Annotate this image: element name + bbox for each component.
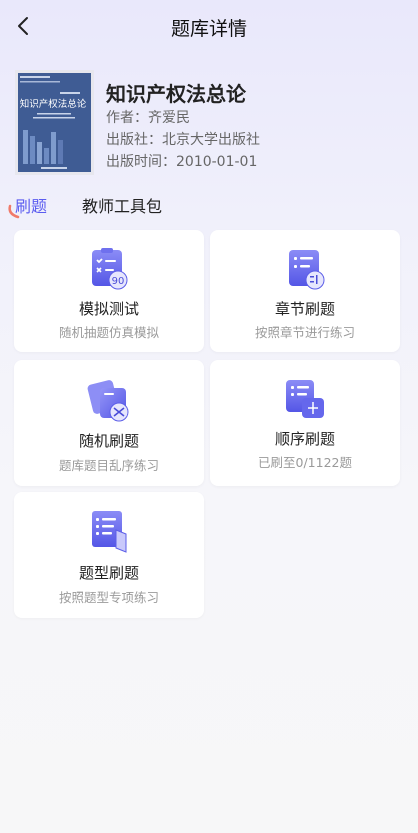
random-practice-subtitle: 题库题目乱序练习 xyxy=(58,458,159,473)
sequence-list-icon xyxy=(286,380,324,418)
shuffle-cards-icon xyxy=(87,380,129,422)
random-practice-title: 随机刷题 xyxy=(78,432,139,450)
book-publish-date: 出版时间：2010-01-01 xyxy=(106,154,258,170)
tab-practice[interactable]: 刷题 xyxy=(15,193,47,217)
svg-text:90: 90 xyxy=(112,276,125,287)
sequential-practice-card[interactable]: 顺序刷题 已刷至0/1122题 xyxy=(210,360,400,486)
mock-test-card[interactable]: 90 模拟测试 随机抽题仿真模拟 xyxy=(14,230,204,352)
chapter-practice-subtitle: 按照章节进行练习 xyxy=(254,325,355,340)
book-title: 知识产权法总论 xyxy=(106,82,246,106)
question-type-practice-subtitle: 按照题型专项练习 xyxy=(58,590,159,605)
book-cover: 知识产权法总论 xyxy=(15,70,94,175)
chapter-practice-card[interactable]: 章节刷题 按照章节进行练习 xyxy=(210,230,400,352)
top-bar: 题库详情 xyxy=(0,0,418,52)
page-title: 题库详情 xyxy=(170,18,247,40)
mock-test-subtitle: 随机抽题仿真模拟 xyxy=(58,325,159,340)
clipboard-exam-icon: 90 xyxy=(92,248,128,290)
mock-test-title: 模拟测试 xyxy=(78,300,139,318)
question-type-practice-card[interactable]: 题型刷题 按照题型专项练习 xyxy=(14,492,204,618)
book-publisher: 出版社：北京大学出版社 xyxy=(106,132,260,148)
chapter-list-icon xyxy=(289,250,325,290)
chapter-practice-title: 章节刷题 xyxy=(274,300,335,318)
book-author: 作者：齐爱民 xyxy=(106,110,190,126)
question-type-book-icon xyxy=(92,511,127,553)
svg-text:知识产权法总论: 知识产权法总论 xyxy=(20,98,87,110)
question-type-practice-title: 题型刷题 xyxy=(78,564,139,582)
sequential-practice-subtitle: 已刷至0/1122题 xyxy=(258,455,352,470)
sequential-practice-title: 顺序刷题 xyxy=(274,430,335,448)
tab-teacher-toolkit[interactable]: 教师工具包 xyxy=(82,193,162,217)
random-practice-card[interactable]: 随机刷题 题库题目乱序练习 xyxy=(14,360,204,486)
